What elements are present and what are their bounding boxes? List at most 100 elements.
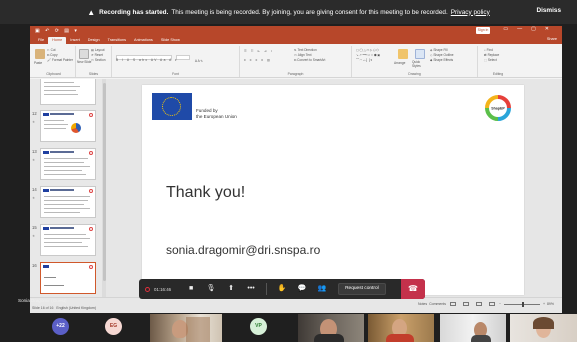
paste-icon[interactable]: [35, 49, 45, 59]
window-controls[interactable]: ▭—▢✕: [503, 26, 558, 32]
logo-mini-icon: [89, 151, 93, 155]
avatar-vp[interactable]: VP: [250, 318, 267, 335]
current-slide[interactable]: Funded by the European Union ShapEP Than…: [142, 85, 524, 295]
eu-flag-logo: [152, 93, 192, 120]
clipboard-group: Paste ✂ Cut ⧉ Copy 🖌 Format Painter Clip…: [32, 46, 76, 77]
slide-thumbnail[interactable]: 14 ★: [32, 186, 96, 218]
tab-insert[interactable]: Insert: [66, 37, 84, 44]
zoom-slider[interactable]: [503, 301, 540, 307]
format-painter-button[interactable]: 🖌 Format Painter: [47, 58, 73, 63]
eu-flag-mini: [43, 189, 49, 192]
sign-in-button[interactable]: Sign in: [476, 27, 490, 34]
raise-hand-icon[interactable]: ✋: [272, 279, 292, 299]
slide-thumbnail[interactable]: [40, 79, 96, 105]
slide-thumbnail[interactable]: 13 ★: [32, 148, 96, 180]
zoom-level[interactable]: 89%: [547, 302, 554, 306]
participant-video-tile[interactable]: [368, 314, 434, 342]
editing-group: ⌕ Find ⇄ Replace ⬚ Select Editing: [478, 46, 518, 77]
arrange-icon[interactable]: [398, 49, 408, 59]
align-buttons[interactable]: ≡ ≡ ≡ ≡ ▥: [244, 58, 272, 63]
ribbon: Paste ✂ Cut ⧉ Copy 🖌 Format Painter Clip…: [30, 44, 562, 78]
shape-effects-button[interactable]: ◆ Shape Effects: [430, 58, 454, 63]
logo-mini-icon: [89, 227, 93, 231]
slide-sorter-icon[interactable]: [462, 302, 469, 307]
thank-you-text: Thank you!: [166, 184, 246, 201]
tab-slide-show[interactable]: Slide Show: [157, 37, 184, 44]
teams-meeting-window: ▲ Recording has started. This meeting is…: [0, 0, 577, 342]
project-logo: ShapEP: [485, 95, 511, 121]
funded-by-eu-text: Funded by the European Union: [196, 108, 237, 119]
list-buttons[interactable]: ☰ ☷ ⇤ ⇥ ↕: [244, 49, 274, 54]
contact-email-text: sonia.dragomir@dri.snspa.ro: [166, 243, 321, 257]
tab-animations[interactable]: Animations: [130, 37, 157, 44]
transition-star-icon: ★: [32, 234, 36, 238]
arrange-label: Arrange: [394, 61, 406, 65]
tab-home[interactable]: Home: [48, 37, 67, 44]
font-size-select[interactable]: [176, 55, 191, 61]
shapes-gallery[interactable]: ▢◯△▭▷⬠⬡ ↘↗⟶⬭☆⬟▣ ⌒◠⌓{ }▾: [356, 48, 381, 64]
more-options-icon[interactable]: •••: [241, 279, 261, 299]
slide-thumbnail-selected[interactable]: 16: [32, 262, 96, 294]
camera-icon[interactable]: ■: [181, 279, 201, 299]
request-control-button[interactable]: Request control: [338, 283, 386, 295]
slides-group-label: Slides: [88, 72, 99, 76]
slide-thumbnail[interactable]: 12 ★: [32, 110, 96, 142]
font-group-label: Font: [172, 72, 179, 76]
tab-file[interactable]: File: [34, 37, 48, 44]
more-participants-badge[interactable]: +22: [52, 318, 69, 335]
normal-view-icon[interactable]: [450, 302, 456, 307]
hang-up-button[interactable]: ☎: [401, 279, 425, 299]
privacy-policy-link[interactable]: Privacy policy: [451, 9, 490, 16]
font-size-controls[interactable]: A A ✎: [195, 59, 203, 63]
font-format-buttons[interactable]: B I U S abc AV Aa A ▾: [116, 58, 178, 63]
smartart-button[interactable]: ⧉ Convert to SmartArt: [294, 58, 325, 63]
slide-thumbnail[interactable]: 15 ★: [32, 224, 96, 256]
mic-muted-icon[interactable]: 🎙: [201, 279, 221, 299]
select-button[interactable]: ⬚ Select: [484, 58, 499, 63]
paragraph-group: ☰ ☷ ⇤ ⇥ ↕ ≡ ≡ ≡ ≡ ▥ ⇅ Text Direction ▭ A…: [240, 46, 352, 77]
meeting-control-bar: 01:16:46 ■ 🎙 ⬆ ••• ✋ 💬 👥 Request control…: [139, 279, 425, 299]
editing-group-label: Editing: [492, 72, 504, 76]
share-screen-icon[interactable]: ⬆: [221, 279, 241, 299]
eu-flag-mini: [43, 265, 49, 268]
chat-icon[interactable]: 💬: [292, 279, 312, 299]
avatar-eg[interactable]: EG: [105, 318, 122, 335]
participant-video-tile[interactable]: [440, 314, 506, 342]
transition-star-icon: ★: [32, 158, 36, 162]
quick-styles-icon[interactable]: [415, 49, 425, 59]
status-slide-info: Slide 16 of 16 English (United Kingdom): [32, 306, 97, 310]
notes-button[interactable]: Notes: [418, 302, 427, 306]
eu-flag-mini: [43, 227, 49, 230]
warning-icon: ▲: [87, 7, 96, 17]
ppt-title-bar: ▣ ↶ ⟳ ▤ ▾ Sign in ▭—▢✕: [30, 26, 562, 35]
ribbon-tabs: File Home Insert Design Transitions Anim…: [30, 35, 562, 44]
dismiss-button[interactable]: Dismiss: [536, 7, 561, 14]
participant-video-tile[interactable]: [150, 314, 222, 342]
quick-access-toolbar[interactable]: ▣ ↶ ⟳ ▤ ▾: [35, 28, 79, 34]
new-slide-label: New Slide: [77, 60, 92, 64]
drawing-group-label: Drawing: [408, 72, 421, 76]
tab-design[interactable]: Design: [84, 37, 104, 44]
transition-star-icon: ★: [32, 120, 36, 124]
reading-view-icon[interactable]: [475, 302, 482, 307]
share-button[interactable]: Share: [547, 37, 557, 41]
svg-text:ShapEP: ShapEP: [491, 107, 505, 111]
participant-video-tile[interactable]: [298, 314, 364, 342]
logo-mini-icon: [89, 265, 93, 269]
participants-icon[interactable]: 👥: [312, 279, 332, 299]
section-button[interactable]: ▭ Section: [91, 58, 106, 63]
clipboard-group-label: Clipboard: [46, 72, 61, 76]
logo-mini-icon: [89, 113, 93, 117]
shared-powerpoint-window: ▣ ↶ ⟳ ▤ ▾ Sign in ▭—▢✕ File Home Insert …: [30, 26, 562, 313]
slideshow-icon[interactable]: [488, 302, 495, 307]
new-slide-icon[interactable]: [79, 49, 89, 59]
tab-transitions[interactable]: Transitions: [104, 37, 130, 44]
paste-label: Paste: [34, 61, 43, 65]
slide-thumbnails-pane: 12 ★ 13 ★ 14 ★ 15 ★ 16: [30, 79, 106, 297]
recording-indicator-icon: [145, 286, 150, 292]
participant-video-tile[interactable]: [510, 314, 577, 342]
logo-mini-icon: [89, 189, 93, 193]
slides-group: New Slide ▤ Layout ↺ Reset ▭ Section Sli…: [76, 46, 112, 77]
comments-button[interactable]: Comments: [429, 302, 446, 306]
drawing-group: ▢◯△▭▷⬠⬡ ↘↗⟶⬭☆⬟▣ ⌒◠⌓{ }▾ Arrange Quick Styl…: [352, 46, 478, 77]
